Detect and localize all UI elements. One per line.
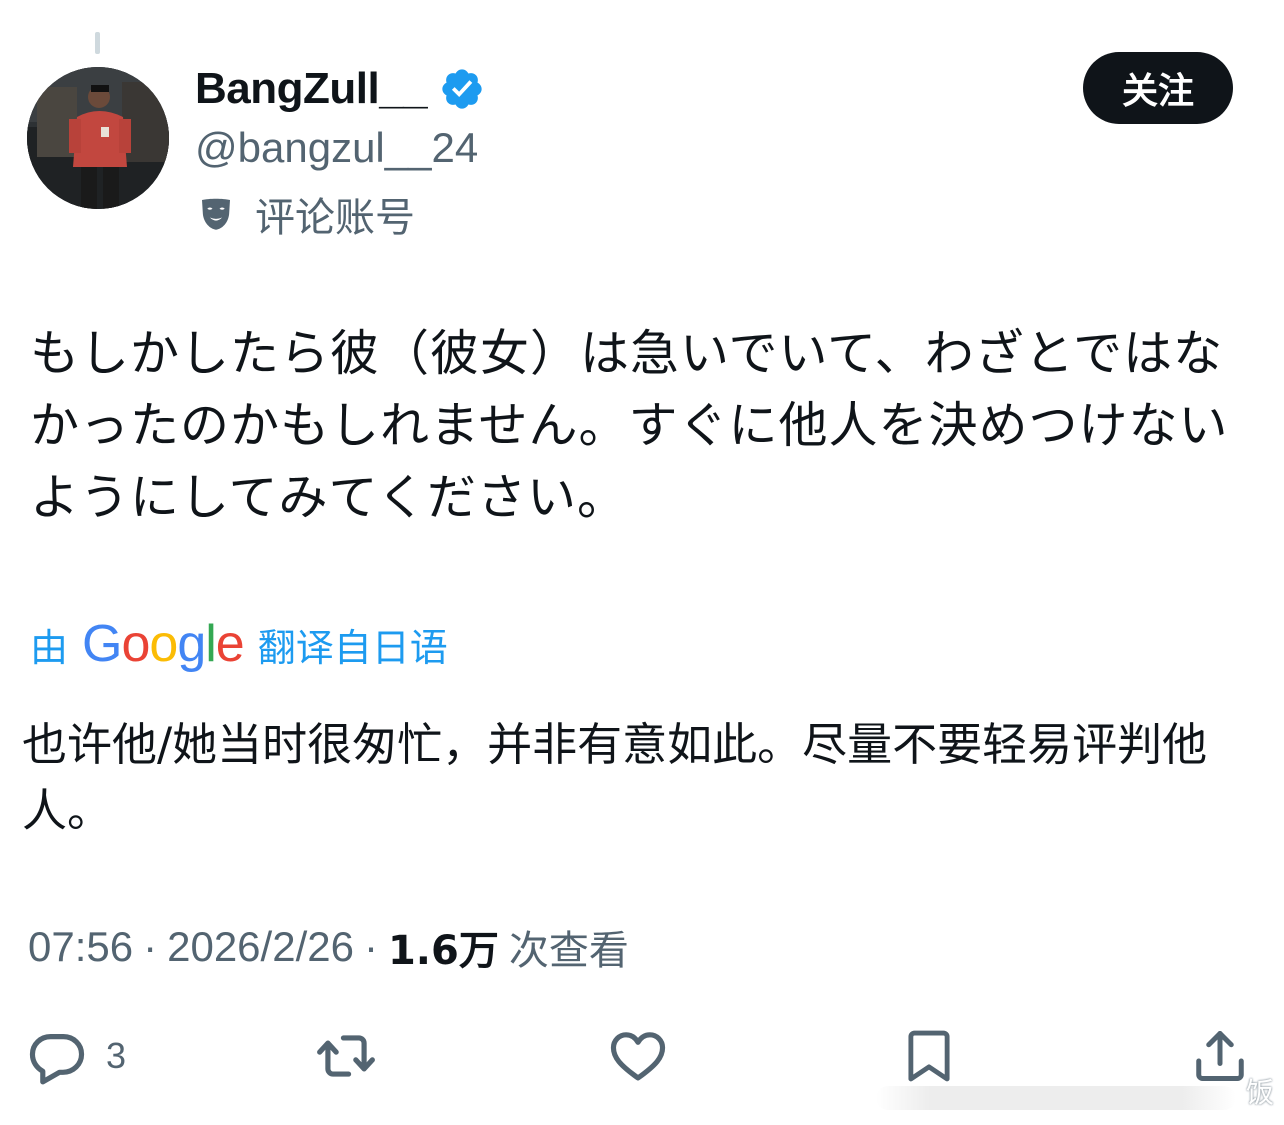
reply-icon [29, 1034, 85, 1085]
heart-icon [610, 1032, 666, 1081]
views-label: 次查看 [508, 928, 629, 974]
thread-connector [95, 32, 100, 54]
bookmark-button[interactable] [900, 1024, 958, 1088]
display-name[interactable]: BangZull__ [195, 64, 428, 114]
translation-suffix: 翻译自日语 [257, 625, 448, 670]
reply-button[interactable]: 3 [26, 1024, 126, 1088]
account-label-row: 评论账号 [195, 186, 415, 242]
mask-icon [202, 198, 230, 230]
watermark: 饭 [1245, 1076, 1274, 1109]
translation-attribution[interactable]: 由 Google 翻译自日语 [30, 612, 448, 676]
tweet-time[interactable]: 07:56 [28, 923, 133, 971]
share-icon [1196, 1031, 1244, 1081]
avatar[interactable] [27, 67, 169, 209]
retweet-icon [317, 1035, 375, 1077]
bookmark-icon [908, 1030, 950, 1082]
like-button[interactable] [607, 1024, 669, 1088]
tweet-date[interactable]: 2026/2/26 [167, 923, 354, 971]
meta-separator: · [363, 923, 378, 970]
avatar-photo [27, 67, 169, 209]
user-handle[interactable]: @bangzul__24 [195, 124, 478, 172]
reply-count: 3 [106, 1035, 127, 1076]
display-name-row: BangZull__ [195, 60, 485, 118]
tweet-meta: 07:56 · 2026/2/26 · 1.6万 次查看 [28, 918, 629, 976]
share-button[interactable] [1190, 1024, 1250, 1088]
watermark-bar [876, 1086, 1236, 1110]
account-label: 评论账号 [255, 195, 415, 241]
google-logo: Google [82, 615, 245, 673]
tweet-text: もしかしたら彼（彼女）は急いでいて、わざとではなかったのかもしれません。すぐに他… [30, 325, 1229, 526]
translated-text: 也许他/她当时很匆忙，并非有意如此。尽量不要轻易评判他人。 [22, 718, 1208, 837]
retweet-button[interactable] [313, 1024, 379, 1088]
views-count: 1.6万 [387, 928, 499, 974]
verified-badge-icon [442, 69, 482, 109]
follow-button[interactable]: 关注 [1083, 52, 1233, 124]
meta-separator: · [143, 923, 158, 970]
translation-prefix: 由 [30, 625, 69, 670]
